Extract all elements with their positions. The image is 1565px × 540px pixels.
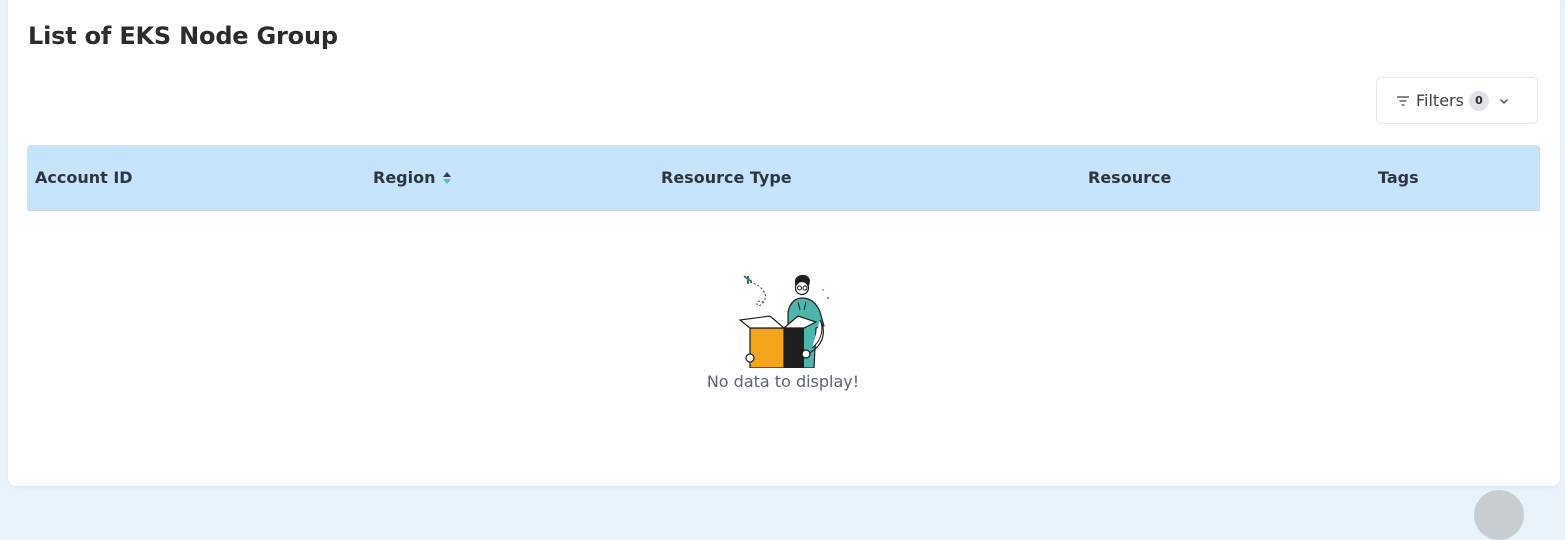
column-label: Resource Type [661, 168, 792, 187]
person-with-box-illustration [738, 274, 830, 368]
scroll-to-top-button[interactable] [1474, 490, 1524, 540]
column-header-resource: Resource [1088, 145, 1171, 210]
content-card: List of EKS Node Group Filters 0 Account… [8, 0, 1560, 486]
chevron-down-icon [1499, 98, 1508, 104]
filters-count-badge: 0 [1468, 90, 1489, 111]
filter-icon [1397, 95, 1409, 106]
column-label: Region [373, 168, 436, 187]
column-header-region[interactable]: Region [373, 145, 452, 210]
column-header-tags: Tags [1378, 145, 1419, 210]
filters-label: Filters [1416, 91, 1464, 110]
empty-state: No data to display! [658, 268, 908, 391]
column-label: Resource [1088, 168, 1172, 187]
filters-button[interactable]: Filters 0 [1376, 77, 1538, 124]
column-label: Account ID [35, 168, 133, 187]
column-label: Tags [1378, 168, 1419, 187]
table-header: Account ID Region Resource Type Resource… [27, 145, 1540, 211]
column-header-account-id: Account ID [35, 145, 133, 210]
column-header-resource-type: Resource Type [661, 145, 792, 210]
page-title: List of EKS Node Group [28, 22, 338, 50]
sort-icon[interactable] [442, 171, 452, 185]
empty-state-message: No data to display! [706, 372, 860, 391]
